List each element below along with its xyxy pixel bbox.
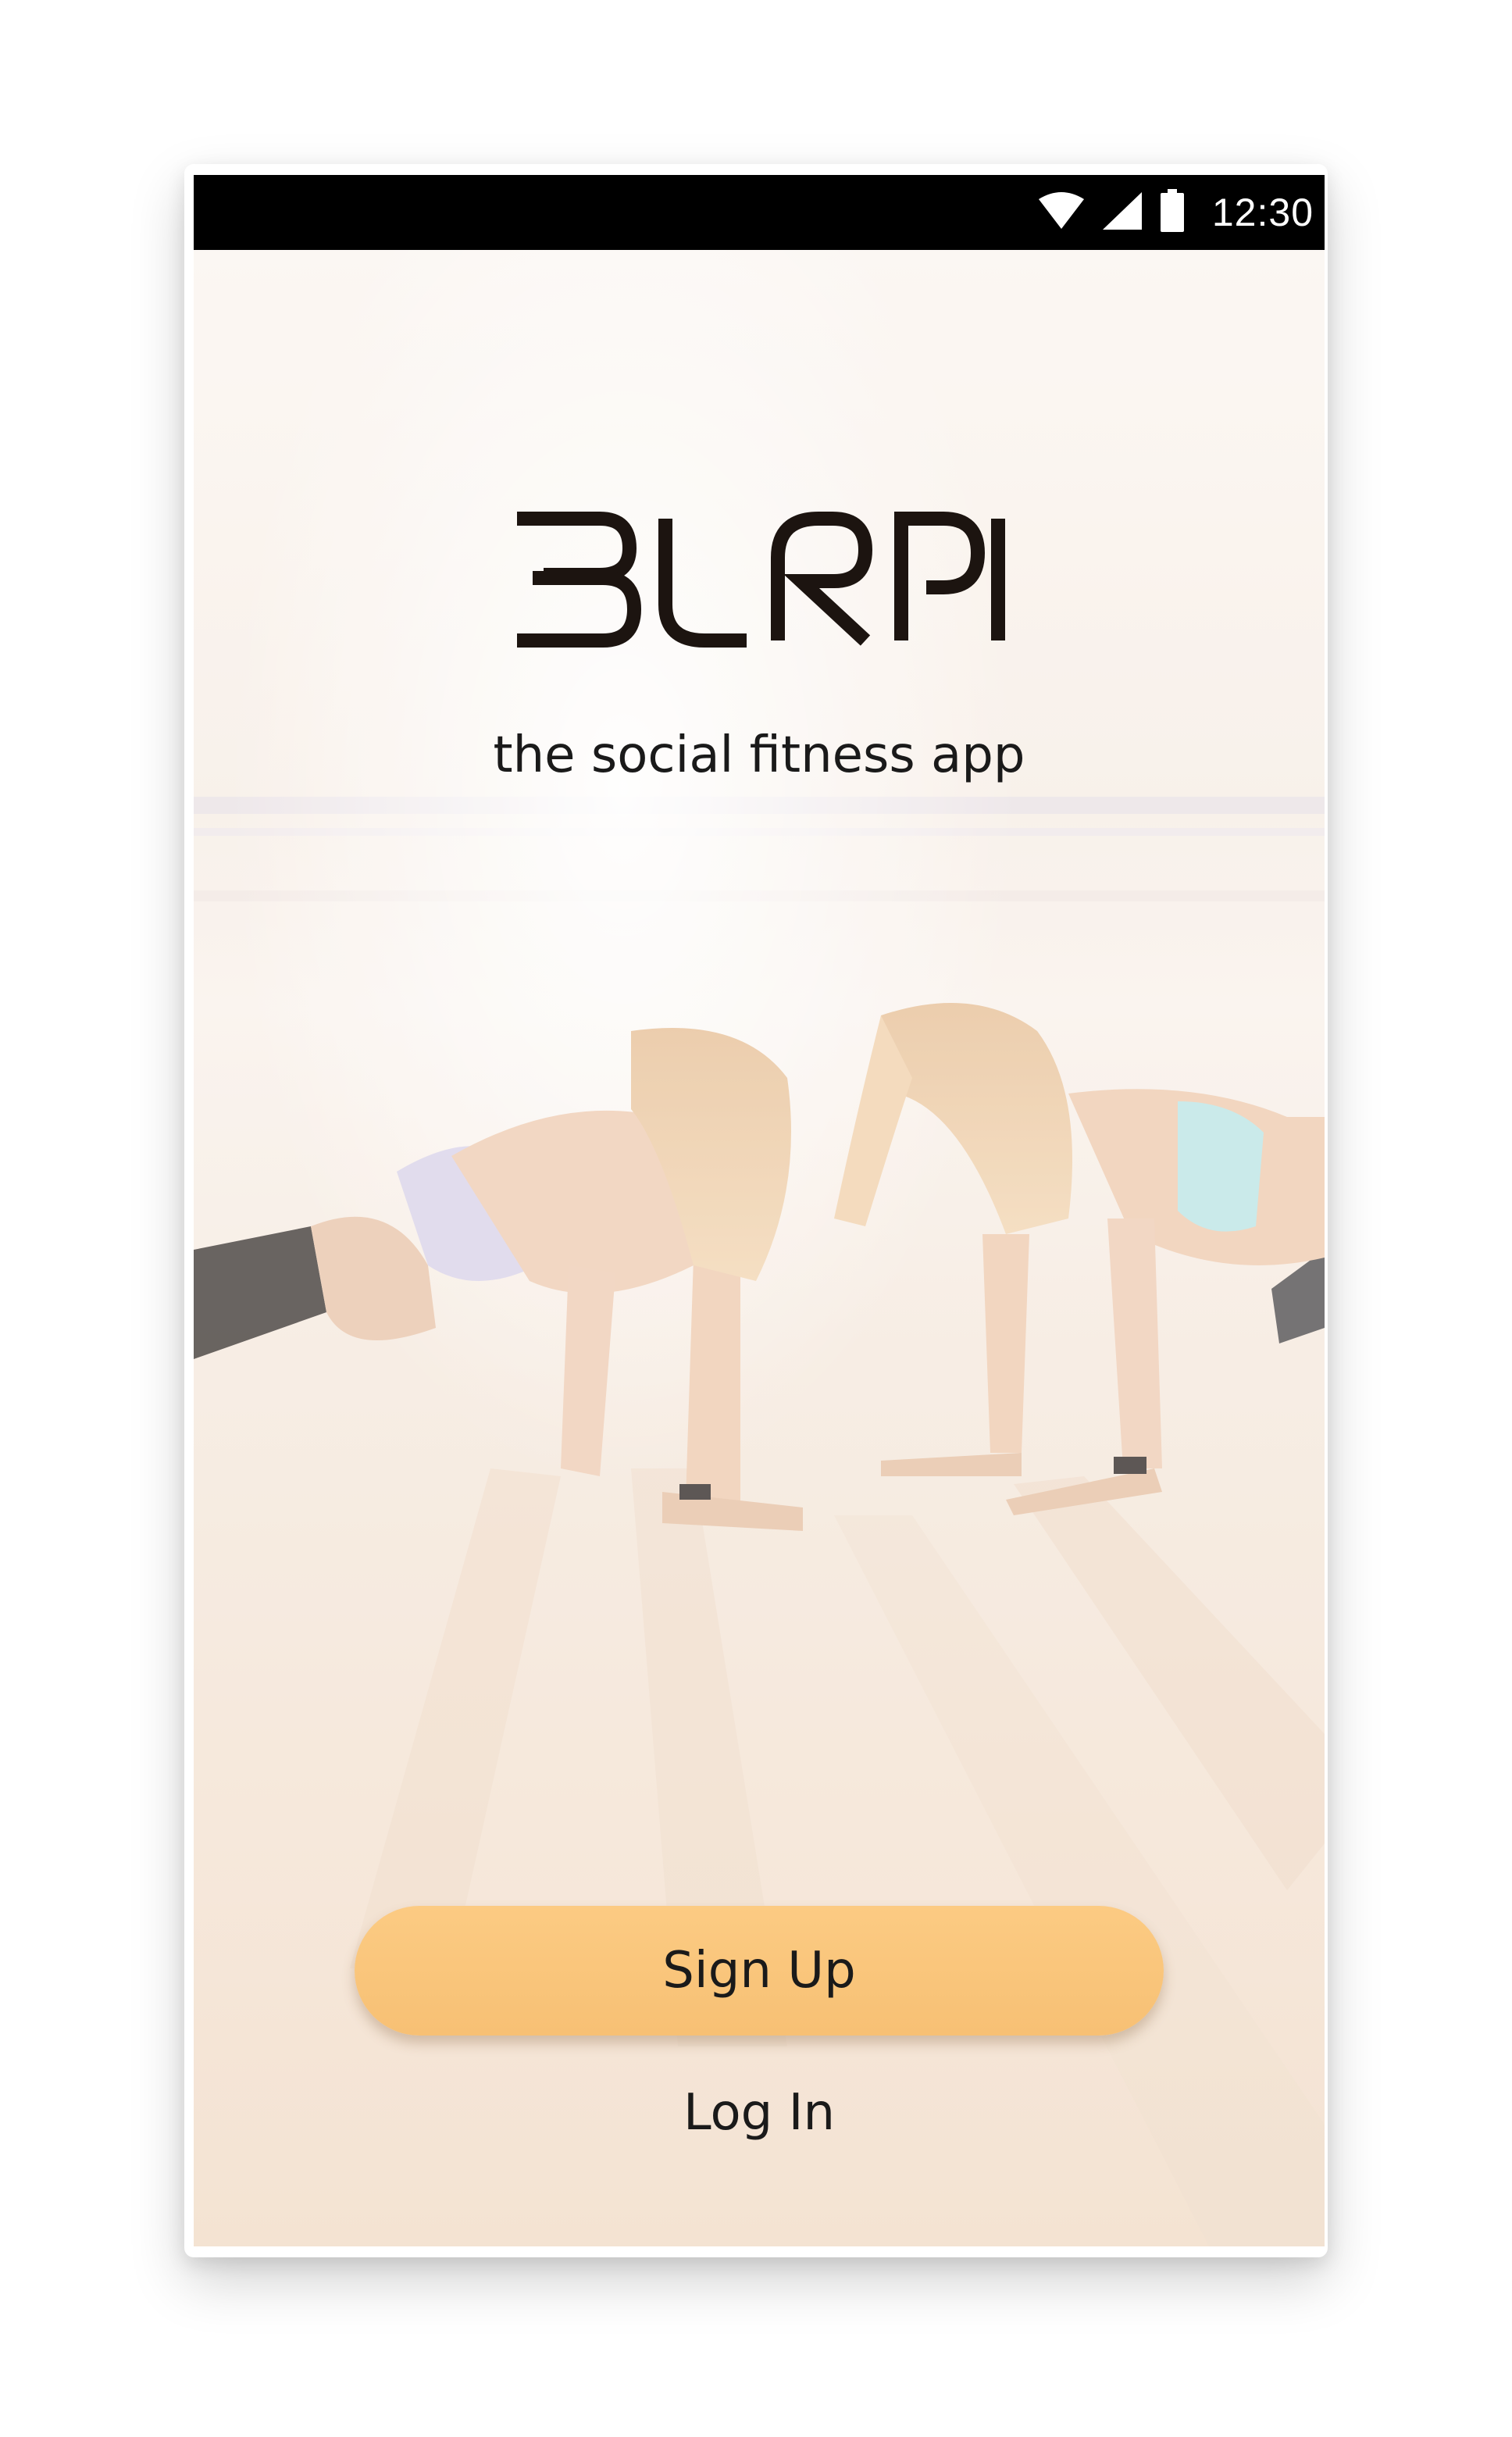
tagline: the social fitness app xyxy=(493,726,1025,784)
status-bar: 12:30 xyxy=(194,175,1325,250)
status-icons: 12:30 xyxy=(1037,175,1325,250)
status-time: 12:30 xyxy=(1211,191,1314,234)
sign-up-button[interactable]: Sign Up xyxy=(355,1906,1164,2036)
log-in-link[interactable]: Log In xyxy=(564,2070,954,2156)
cellular-signal-icon xyxy=(1101,191,1143,235)
burpi-logo-mark xyxy=(517,512,1005,648)
burpi-logo xyxy=(512,511,1006,651)
phone-screen: 12:30 the social fitness app Sign Up Log… xyxy=(194,175,1325,2246)
battery-icon xyxy=(1159,188,1186,237)
wifi-icon xyxy=(1037,191,1086,234)
hero-background-image: the social fitness app Sign Up Log In xyxy=(194,250,1325,2246)
page: 12:30 the social fitness app Sign Up Log… xyxy=(0,0,1512,2437)
